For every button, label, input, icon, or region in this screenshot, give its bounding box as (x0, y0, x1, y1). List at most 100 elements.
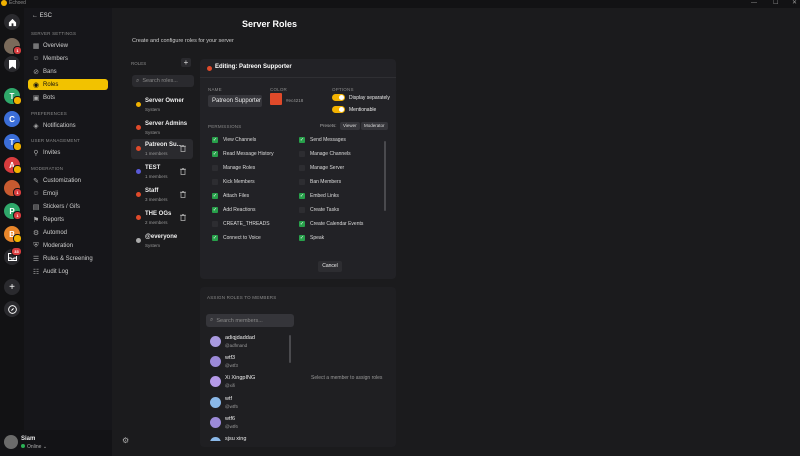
role-item[interactable]: TEST 1 members (131, 162, 193, 182)
permission-item[interactable]: ✓ Connect to Voice (212, 235, 261, 241)
sidebar-item-overview[interactable]: ▦ Overview (28, 40, 108, 51)
permission-item[interactable]: ✓ Send Messages (299, 137, 346, 143)
sidebar-item-rules-screening[interactable]: ☰ Rules & Screening (28, 253, 108, 264)
inbox-icon[interactable]: 33 (4, 247, 22, 265)
trash-icon[interactable] (180, 213, 186, 223)
minimize-button[interactable]: — (751, 0, 757, 7)
role-item[interactable]: Server Owner System (131, 95, 193, 115)
avatar (210, 336, 221, 347)
sidebar-item-label: Moderation (43, 242, 74, 249)
member-item[interactable]: wtf3 @wtf3 (210, 353, 290, 373)
sidebar-item-reports[interactable]: ⚑ Reports (28, 214, 108, 225)
display-separately-toggle[interactable] (332, 94, 345, 101)
trash-icon[interactable] (180, 190, 186, 200)
trash-icon[interactable] (180, 167, 186, 177)
permissions-scrollbar[interactable] (384, 141, 386, 211)
member-item[interactable]: adiqjdaddad @adfmand (210, 333, 290, 353)
member-item[interactable]: Xi XingpING @xifi (210, 373, 290, 393)
checkbox-unchecked-icon[interactable] (212, 221, 218, 227)
checkbox-checked-icon[interactable]: ✓ (299, 137, 305, 143)
permission-item[interactable]: Ban Members (299, 179, 341, 185)
permission-item[interactable]: CREATE_THREADS (212, 221, 270, 227)
server-icon[interactable]: B (4, 226, 22, 243)
server-badge: 1 (13, 188, 22, 197)
permission-item[interactable]: ✓ Read Message History (212, 151, 274, 157)
server-icon[interactable]: C (4, 111, 20, 127)
server-icon[interactable]: T (4, 134, 22, 151)
mentionable-toggle[interactable] (332, 106, 345, 113)
add-server-button[interactable]: + (4, 279, 20, 295)
checkbox-checked-icon[interactable]: ✓ (212, 193, 218, 199)
sidebar-item-emoji[interactable]: ☺ Emoji (28, 188, 108, 199)
maximize-button[interactable]: ☐ (773, 0, 778, 7)
server-icon[interactable]: P1 (4, 203, 22, 220)
color-hex[interactable]: #ec4218 (286, 98, 303, 103)
sidebar-item-moderation[interactable]: ⛨ Moderation (28, 240, 108, 251)
checkbox-unchecked-icon[interactable] (212, 165, 218, 171)
permission-item[interactable]: ✓ Create Calendar Events (299, 221, 363, 227)
server-icon[interactable]: A (4, 157, 22, 174)
server-icon[interactable]: 1 (4, 180, 22, 197)
member-search-input[interactable]: ⌕ Search members... (206, 314, 294, 327)
sidebar-item-roles[interactable]: ◉ Roles (28, 79, 108, 90)
checkbox-checked-icon[interactable]: ✓ (299, 193, 305, 199)
permission-item[interactable]: ✓ Embed Links (299, 193, 339, 199)
avatar[interactable] (4, 435, 18, 449)
color-swatch[interactable] (270, 93, 282, 105)
role-item[interactable]: @everyone System (131, 231, 193, 251)
checkbox-unchecked-icon[interactable] (299, 179, 305, 185)
sidebar-item-bots[interactable]: ▣ Bots (28, 92, 108, 103)
checkbox-checked-icon[interactable]: ✓ (299, 235, 305, 241)
role-name-input[interactable]: Patreon Supporter (208, 95, 262, 107)
permission-item[interactable]: Kick Members (212, 179, 255, 185)
members-scrollbar[interactable] (289, 335, 291, 363)
trash-icon[interactable] (180, 144, 186, 154)
permission-item[interactable]: Manage Roles (212, 165, 255, 171)
permission-item[interactable]: Create Tasks (299, 207, 339, 213)
checkbox-unchecked-icon[interactable] (299, 207, 305, 213)
permission-item[interactable]: Manage Server (299, 165, 344, 171)
sidebar-item-stickers-gifs[interactable]: ▤ Stickers / Gifs (28, 201, 108, 212)
member-item[interactable]: wtf @wtf5 (210, 394, 290, 414)
sidebar-item-customization[interactable]: ✎ Customization (28, 175, 108, 186)
preset-viewer-button[interactable]: Viewer (340, 122, 360, 130)
server-icon[interactable]: T (4, 88, 22, 105)
member-item[interactable]: sjsu xing (210, 434, 290, 441)
sidebar-item-automod[interactable]: ⚙ Automod (28, 227, 108, 238)
checkbox-checked-icon[interactable]: ✓ (212, 207, 218, 213)
checkbox-unchecked-icon[interactable] (299, 151, 305, 157)
member-item[interactable]: wtf6 @wtf6 (210, 414, 290, 434)
role-item[interactable]: THE OGs 2 members (131, 208, 193, 228)
permission-item[interactable]: ✓ Attach Files (212, 193, 249, 199)
permission-item[interactable]: ✓ Speak (299, 235, 324, 241)
sidebar-item-invites[interactable]: ⚲ Invites (28, 147, 108, 158)
permission-item[interactable]: ✓ View Channels (212, 137, 256, 143)
user-status[interactable]: Online ⌄ (21, 444, 47, 450)
permission-item[interactable]: Manage Channels (299, 151, 351, 157)
sidebar-item-notifications[interactable]: ◈ Notifications (28, 120, 108, 131)
checkbox-checked-icon[interactable]: ✓ (212, 235, 218, 241)
home-icon[interactable] (4, 14, 20, 30)
role-item[interactable]: Staff 3 members (131, 185, 193, 205)
sidebar-item-bans[interactable]: ⊘ Bans (28, 66, 108, 77)
permission-item[interactable]: ✓ Add Reactions (212, 207, 256, 213)
add-role-button[interactable]: + (181, 58, 191, 67)
cancel-button[interactable]: Cancel (318, 261, 342, 272)
close-button[interactable]: ✕ (792, 0, 797, 7)
sidebar-item-audit-log[interactable]: ☷ Audit Log (28, 266, 108, 277)
checkbox-unchecked-icon[interactable] (212, 179, 218, 185)
bookmark-icon[interactable] (4, 56, 20, 72)
checkbox-checked-icon[interactable]: ✓ (212, 151, 218, 157)
server-icon[interactable]: 1 (4, 38, 22, 55)
checkbox-checked-icon[interactable]: ✓ (212, 137, 218, 143)
preset-moderator-button[interactable]: Moderator (361, 122, 388, 130)
checkbox-unchecked-icon[interactable] (299, 165, 305, 171)
inbox-badge: 33 (11, 247, 22, 256)
role-search-input[interactable]: ⌕ Search roles... (132, 75, 194, 87)
role-item[interactable]: Server Admins System (131, 118, 193, 138)
role-item[interactable]: Patreon Su... 1 members (131, 139, 193, 159)
compass-icon[interactable] (4, 301, 20, 317)
checkbox-checked-icon[interactable]: ✓ (299, 221, 305, 227)
back-button[interactable]: ← ESC (32, 13, 52, 19)
sidebar-item-members[interactable]: ☺ Members (28, 53, 108, 64)
